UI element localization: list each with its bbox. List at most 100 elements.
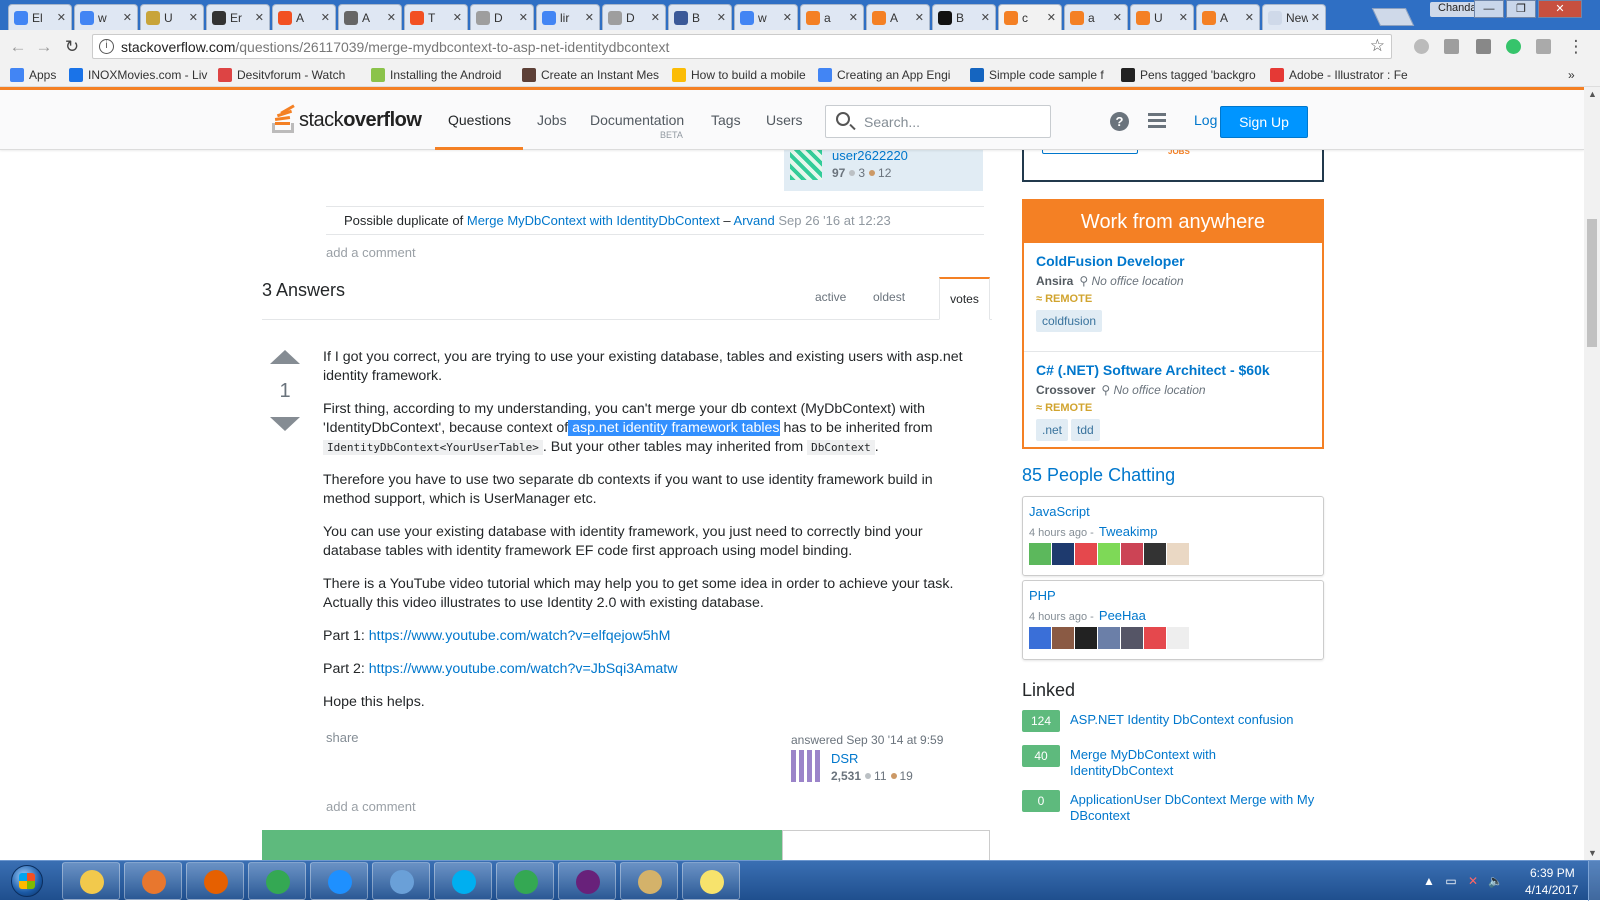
browser-tab[interactable]: w ✕ (734, 4, 798, 30)
tab-close-icon[interactable]: ✕ (1311, 11, 1320, 24)
add-comment-link[interactable]: add a comment (326, 245, 416, 260)
scroll-up-icon[interactable]: ▲ (1588, 89, 1597, 99)
job-title[interactable]: C# (.NET) Software Architect - $60k (1036, 362, 1312, 378)
linked-question-title[interactable]: ApplicationUser DbContext Merge with My … (1070, 792, 1320, 824)
add-comment-link[interactable]: add a comment (326, 799, 416, 814)
taskbar-media-player[interactable] (124, 862, 182, 900)
browser-tab[interactable]: U ✕ (1130, 4, 1194, 30)
browser-tab[interactable]: Er ✕ (206, 4, 270, 30)
so-logo[interactable]: stackoverflow (272, 104, 422, 133)
job-listing[interactable]: C# (.NET) Software Architect - $60k Cros… (1036, 362, 1312, 441)
comment-user-link[interactable]: Arvand (734, 213, 775, 228)
author-avatar[interactable] (791, 750, 823, 782)
tab-close-icon[interactable]: ✕ (189, 11, 198, 24)
browser-tab[interactable]: c ✕ (998, 4, 1062, 30)
linked-question-title[interactable]: Merge MyDbContext with IdentityDbContext (1070, 747, 1320, 779)
search-input[interactable]: Search... (825, 105, 1051, 138)
browser-tab[interactable]: T ✕ (404, 4, 468, 30)
taskbar-explorer[interactable] (62, 862, 120, 900)
tag-net[interactable]: .net (1036, 419, 1069, 441)
owner-avatar[interactable] (790, 148, 822, 180)
help-icon[interactable]: ? (1110, 112, 1129, 131)
browser-tab[interactable]: a ✕ (1064, 4, 1128, 30)
room-name[interactable]: JavaScript (1029, 504, 1090, 519)
extension-g-icon[interactable] (1444, 39, 1459, 54)
downvote-icon[interactable] (270, 417, 300, 431)
page-scrollbar[interactable]: ▲ ▼ (1584, 87, 1600, 860)
browser-tab[interactable]: lir ✕ (536, 4, 600, 30)
tab-close-icon[interactable]: ✕ (321, 11, 330, 24)
action-center-icon[interactable]: ▭ (1444, 874, 1458, 888)
bookmark-item[interactable]: Adobe - Illustrator : Fe (1270, 67, 1410, 83)
taskbar-tools[interactable] (620, 862, 678, 900)
tag-coldfusion[interactable]: coldfusion (1036, 310, 1103, 332)
nav-questions[interactable]: Questions (448, 112, 511, 128)
share-link[interactable]: share (326, 730, 359, 745)
tab-close-icon[interactable]: ✕ (1047, 11, 1056, 24)
bookmark-item[interactable]: How to build a mobile (672, 67, 810, 83)
browser-tab[interactable]: A ✕ (866, 4, 930, 30)
more-bookmarks-icon[interactable]: » (1568, 67, 1575, 83)
tab-close-icon[interactable]: ✕ (519, 11, 528, 24)
show-desktop-button[interactable] (1588, 861, 1600, 901)
sort-tab-oldest[interactable]: oldest (873, 290, 905, 304)
browser-tab[interactable]: New ✕ (1262, 4, 1326, 30)
camera-icon[interactable] (1476, 39, 1491, 54)
nav-documentation[interactable]: Documentation (590, 112, 684, 128)
scroll-down-icon[interactable]: ▼ (1588, 848, 1597, 858)
tab-close-icon[interactable]: ✕ (387, 11, 396, 24)
network-icon[interactable]: ✕ (1466, 874, 1480, 888)
taskbar-chrome[interactable] (496, 862, 554, 900)
author-name[interactable]: DSR (831, 751, 858, 766)
browser-tab[interactable]: w ✕ (74, 4, 138, 30)
taskbar-ie[interactable] (310, 862, 368, 900)
browser-tab[interactable]: U ✕ (140, 4, 204, 30)
browser-tab[interactable]: A ✕ (272, 4, 336, 30)
job-title[interactable]: ColdFusion Developer (1036, 253, 1312, 269)
taskbar-visual-studio[interactable] (558, 862, 616, 900)
taskbar-firefox[interactable] (186, 862, 244, 900)
bookmark-item[interactable]: Pens tagged 'backgro (1121, 67, 1261, 83)
clock-time[interactable]: 6:39 PM (1530, 866, 1575, 880)
url-text[interactable]: stackoverflow.com/questions/26117039/mer… (121, 39, 669, 55)
room-name[interactable]: PHP (1029, 588, 1056, 603)
tab-close-icon[interactable]: ✕ (453, 11, 462, 24)
job-listing[interactable]: ColdFusion Developer Ansira ⚲ No office l… (1036, 253, 1312, 332)
minimize-button[interactable]: — (1474, 0, 1504, 18)
duplicate-link[interactable]: Merge MyDbContext with IdentityDbContext (467, 213, 720, 228)
bookmark-item[interactable]: Apps (10, 67, 62, 83)
browser-tab[interactable]: El ✕ (8, 4, 72, 30)
tab-close-icon[interactable]: ✕ (255, 11, 264, 24)
tab-close-icon[interactable]: ✕ (1179, 11, 1188, 24)
nav-users[interactable]: Users (766, 112, 803, 128)
tab-close-icon[interactable]: ✕ (1245, 11, 1254, 24)
tab-close-icon[interactable]: ✕ (57, 11, 66, 24)
owner-name[interactable]: user2622220 (832, 148, 908, 163)
tray-expand-icon[interactable]: ▲ (1422, 874, 1436, 888)
sort-tab-votes[interactable]: votes (939, 277, 990, 320)
tab-close-icon[interactable]: ✕ (1113, 11, 1122, 24)
extension-puzzle-icon[interactable] (1536, 39, 1551, 54)
signup-button[interactable]: Sign Up (1220, 106, 1308, 138)
volume-icon[interactable]: 🔈 (1488, 874, 1503, 888)
taskbar-skype[interactable] (434, 862, 492, 900)
tab-close-icon[interactable]: ✕ (981, 11, 990, 24)
browser-tab[interactable]: a ✕ (800, 4, 864, 30)
upvote-icon[interactable] (270, 350, 300, 364)
bookmark-item[interactable]: Creating an App Engi (818, 67, 962, 83)
ad-banner[interactable] (262, 830, 782, 860)
clock-date[interactable]: 4/14/2017 (1525, 883, 1578, 897)
sort-tab-active[interactable]: active (815, 290, 846, 304)
info-icon[interactable]: i (99, 39, 114, 54)
nav-jobs[interactable]: Jobs (537, 112, 567, 128)
youtube-link-part2[interactable]: https://www.youtube.com/watch?v=JbSqi3Am… (369, 661, 678, 677)
tab-close-icon[interactable]: ✕ (585, 11, 594, 24)
bookmark-item[interactable]: Simple code sample f (970, 67, 1112, 83)
forward-icon[interactable]: → (34, 37, 54, 57)
tab-close-icon[interactable]: ✕ (651, 11, 660, 24)
browser-tab[interactable]: D ✕ (470, 4, 534, 30)
tab-close-icon[interactable]: ✕ (717, 11, 726, 24)
browser-tab[interactable]: A ✕ (1196, 4, 1260, 30)
extension-green-icon[interactable] (1506, 39, 1521, 54)
ad-banner-side[interactable] (782, 830, 990, 860)
